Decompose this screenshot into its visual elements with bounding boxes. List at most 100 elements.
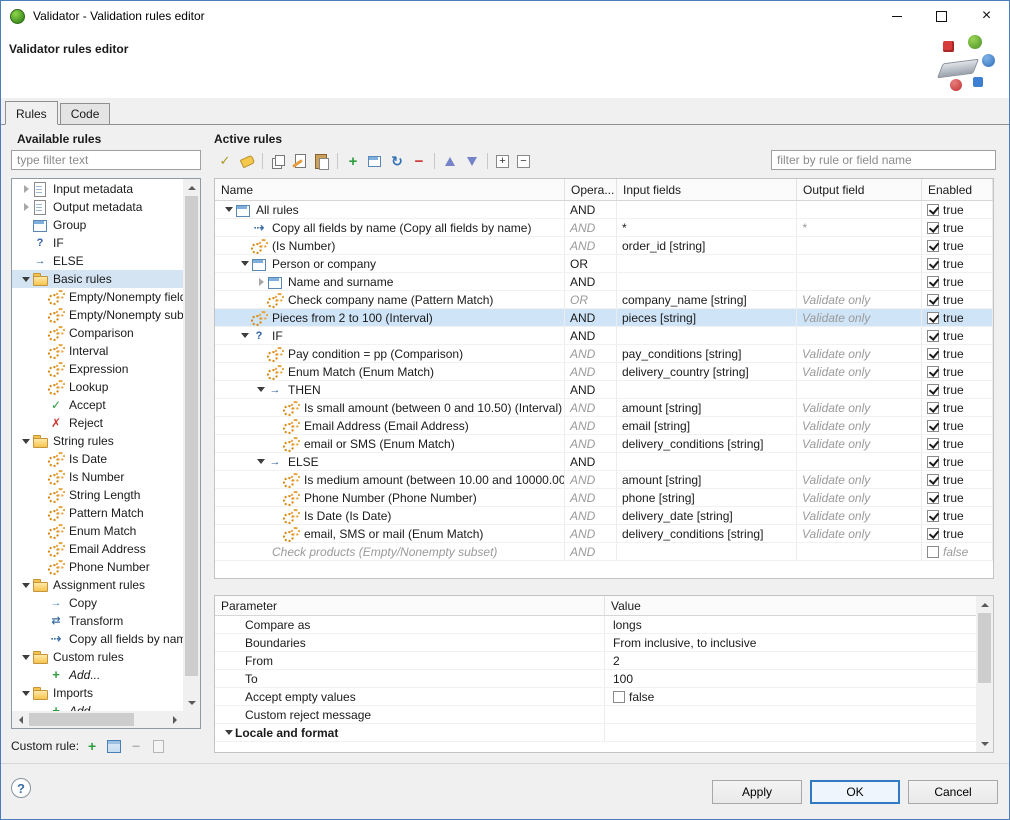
enabled-checkbox[interactable] [927,276,939,288]
rule-row-then[interactable]: →THENANDtrue [215,381,993,399]
param-row-boundaries[interactable]: BoundariesFrom inclusive, to inclusive [215,634,993,652]
column-header-input-fields[interactable]: Input fields [617,179,797,200]
param-value-cell[interactable]: 2 [605,652,993,669]
enabled-checkbox[interactable] [927,528,939,540]
edit-custom-rule-icon[interactable] [105,737,123,755]
tree-vertical-scrollbar[interactable] [183,179,200,711]
scrollbar-thumb[interactable] [29,713,134,726]
move-down-icon[interactable] [462,151,482,171]
tree-item-assignment-rules[interactable]: Assignment rules [12,576,183,594]
collapse-arrow-icon[interactable] [20,439,32,444]
param-column-header-value[interactable]: Value [605,596,993,615]
close-icon[interactable] [964,1,1009,31]
expand-arrow-icon[interactable] [255,278,267,286]
scroll-up-icon[interactable] [183,179,200,196]
apply-button[interactable]: Apply [712,780,802,804]
add-custom-rule-icon[interactable]: + [83,737,101,755]
enabled-checkbox[interactable] [927,420,939,432]
tree-item-pattern-match[interactable]: Pattern Match [12,504,183,522]
collapse-arrow-icon[interactable] [20,277,32,282]
rule-row-enum-match-enum-match[interactable]: Enum Match (Enum Match)ANDdelivery_count… [215,363,993,381]
tree-item-lookup[interactable]: Lookup [12,378,183,396]
param-value-cell[interactable]: false [605,688,993,705]
tree-item-interval[interactable]: Interval [12,342,183,360]
tree-item-reject[interactable]: ✗Reject [12,414,183,432]
enabled-checkbox[interactable] [927,474,939,486]
enabled-checkbox[interactable] [927,240,939,252]
collapse-arrow-icon[interactable] [20,691,32,696]
rule-row-phone-number-phone-number[interactable]: Phone Number (Phone Number)ANDphone [str… [215,489,993,507]
param-row-custom-reject-message[interactable]: Custom reject message [215,706,993,724]
param-value-cell[interactable]: From inclusive, to inclusive [605,634,993,651]
tree-item-else[interactable]: →ELSE [12,252,183,270]
scroll-up-icon[interactable] [976,596,993,613]
expand-all-icon[interactable]: + [496,155,509,168]
tree-item-copy[interactable]: →Copy [12,594,183,612]
scrollbar-thumb[interactable] [185,196,198,676]
enabled-checkbox[interactable] [927,438,939,450]
collapse-arrow-icon[interactable] [223,207,235,212]
collapse-arrow-icon[interactable] [239,333,251,338]
tree-item-phone-number[interactable]: Phone Number [12,558,183,576]
tree-item-basic-rules[interactable]: Basic rules [12,270,183,288]
param-value-cell[interactable] [605,724,993,741]
rule-row-check-products-empty-nonempty-subset[interactable]: Check products (Empty/Nonempty subset)AN… [215,543,993,561]
collapse-arrow-icon[interactable] [223,730,235,735]
collapse-arrow-icon[interactable] [20,655,32,660]
add-group-icon[interactable] [365,151,385,171]
add-rule-icon[interactable]: + [343,151,363,171]
param-row-compare-as[interactable]: Compare aslongs [215,616,993,634]
column-header-name[interactable]: Name [215,179,565,200]
tree-item-group[interactable]: Group [12,216,183,234]
rule-row-is-date-is-date[interactable]: Is Date (Is Date)ANDdelivery_date [strin… [215,507,993,525]
rule-row-email-sms-or-mail-enum-match[interactable]: email, SMS or mail (Enum Match)ANDdelive… [215,525,993,543]
enabled-checkbox[interactable] [927,348,939,360]
param-row-from[interactable]: From2 [215,652,993,670]
expand-arrow-icon[interactable] [20,203,32,211]
param-column-header-parameter[interactable]: Parameter [215,596,605,615]
tree-item-is-number[interactable]: Is Number [12,468,183,486]
tree-item-comparison[interactable]: Comparison [12,324,183,342]
rule-row-check-company-name-pattern-match[interactable]: Check company name (Pattern Match)ORcomp… [215,291,993,309]
expand-arrow-icon[interactable] [20,185,32,193]
collapse-all-icon[interactable]: − [517,155,530,168]
tree-item-transform[interactable]: ⇄Transform [12,612,183,630]
tree-item-email-address[interactable]: Email Address [12,540,183,558]
copy-icon[interactable] [268,151,288,171]
help-icon[interactable] [11,778,31,798]
tree-item-add[interactable]: +Add... [12,666,183,684]
enabled-checkbox[interactable] [927,384,939,396]
enabled-checkbox[interactable] [927,204,939,216]
rule-row-email-or-sms-enum-match[interactable]: email or SMS (Enum Match)ANDdelivery_con… [215,435,993,453]
enabled-checkbox[interactable] [927,546,939,558]
tree-item-enum-match[interactable]: Enum Match [12,522,183,540]
tree-item-empty-nonempty-subset[interactable]: Empty/Nonempty subset [12,306,183,324]
enabled-checkbox[interactable] [927,294,939,306]
tree-item-expression[interactable]: Expression [12,360,183,378]
wizard-icon[interactable]: ↻ [387,151,407,171]
tree-item-input-metadata[interactable]: Input metadata [12,180,183,198]
rule-row-is-medium-amount-between-10-00-and-10000-00-interval[interactable]: Is medium amount (between 10.00 and 1000… [215,471,993,489]
tag-icon[interactable] [237,151,257,171]
enabled-checkbox[interactable] [927,258,939,270]
tree-item-copy-all-fields-by-name[interactable]: ⇢Copy all fields by name [12,630,183,648]
tree-item-custom-rules[interactable]: Custom rules [12,648,183,666]
enabled-checkbox[interactable] [927,492,939,504]
tree-item-if[interactable]: ?IF [12,234,183,252]
tree-item-accept[interactable]: ✓Accept [12,396,183,414]
rules-filter-input[interactable] [771,150,996,170]
rule-row-if[interactable]: ?IFANDtrue [215,327,993,345]
paste-icon[interactable] [312,151,332,171]
scroll-down-icon[interactable] [183,694,200,711]
rule-row-name-and-surname[interactable]: Name and surnameANDtrue [215,273,993,291]
tab-rules[interactable]: Rules [5,101,58,125]
tree-item-imports[interactable]: Imports [12,684,183,702]
validate-icon[interactable]: ✓ [215,151,235,171]
tree-item-string-rules[interactable]: String rules [12,432,183,450]
enabled-checkbox[interactable] [927,456,939,468]
tree-item-string-length[interactable]: String Length [12,486,183,504]
enabled-checkbox[interactable] [927,330,939,342]
enabled-checkbox[interactable] [927,312,939,324]
param-row-to[interactable]: To100 [215,670,993,688]
enabled-checkbox[interactable] [927,366,939,378]
